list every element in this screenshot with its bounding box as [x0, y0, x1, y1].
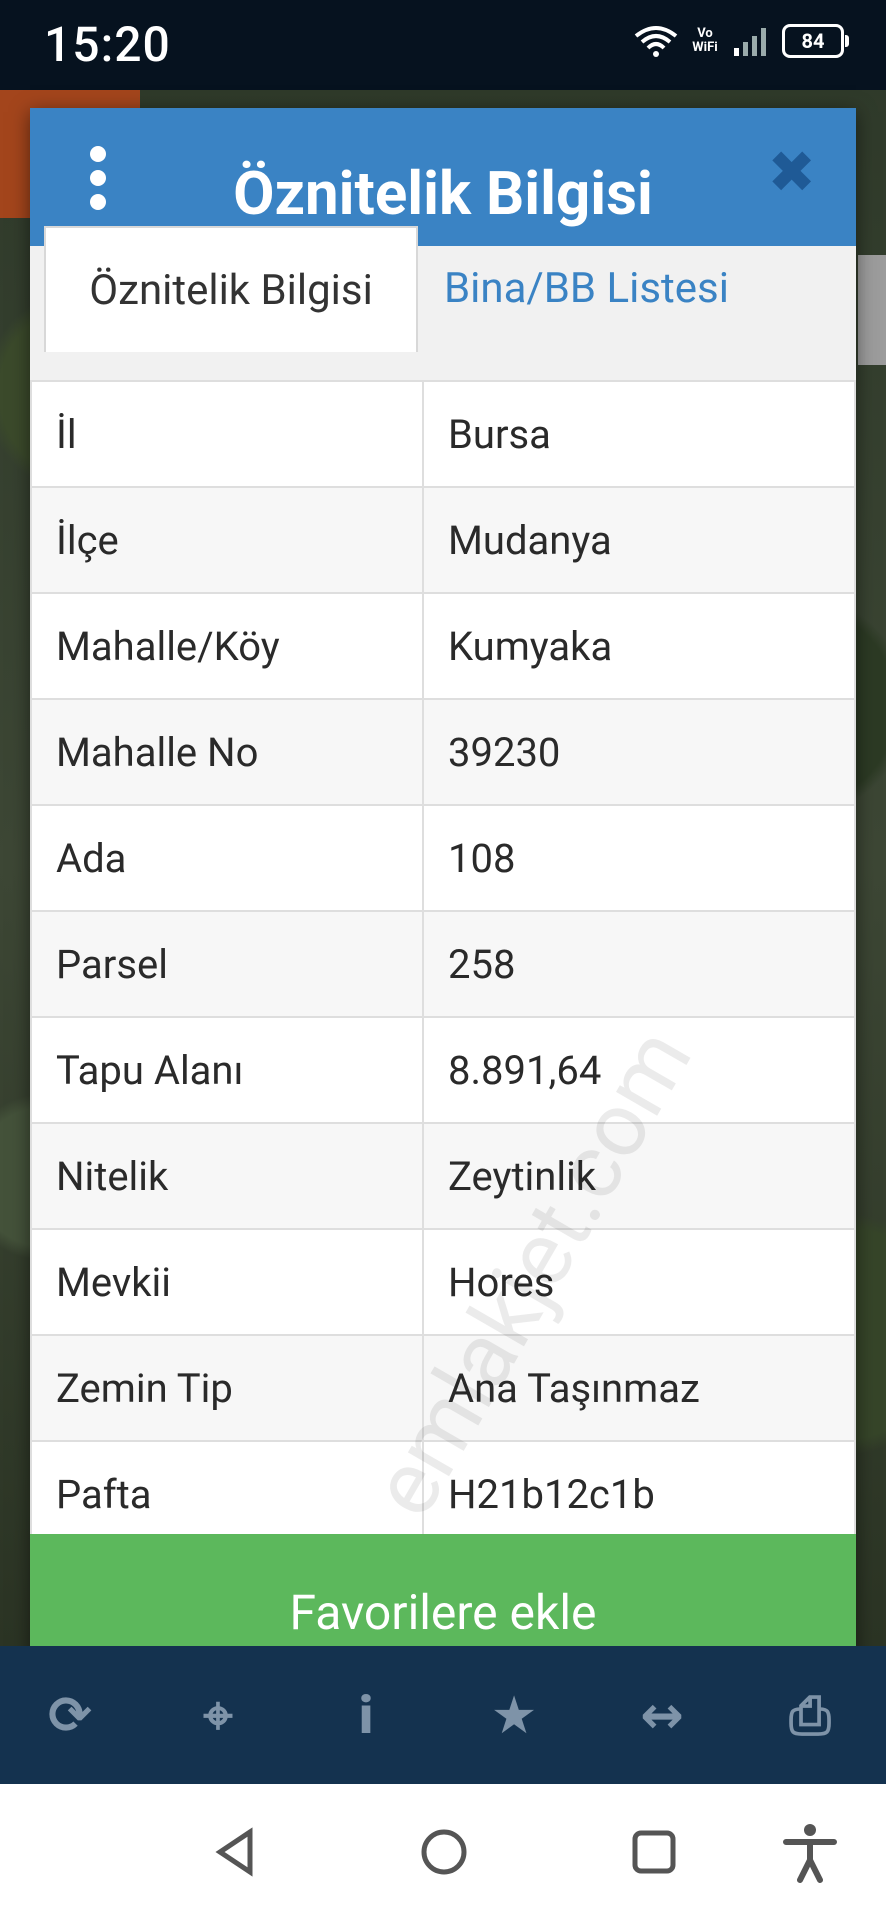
table-row: Nitelik Zeytinlik [30, 1122, 856, 1230]
row-value: H21b12c1b [422, 1440, 856, 1548]
attribute-dialog: Öznitelik Bilgisi ✖ Öznitelik Bilgisi Bi… [30, 108, 856, 1690]
row-value: 39230 [422, 698, 856, 806]
row-value: Kumyaka [422, 592, 856, 700]
measure-icon[interactable]: ↔ [632, 1686, 692, 1746]
table-row: Mevkii Hores [30, 1228, 856, 1336]
row-key: Mahalle/Köy [30, 592, 424, 700]
wifi-icon [634, 26, 678, 57]
row-key: Ada [30, 804, 424, 912]
back-icon[interactable] [206, 1820, 270, 1884]
info-icon[interactable]: i [336, 1686, 396, 1746]
tab-attribute-info[interactable]: Öznitelik Bilgisi [44, 226, 418, 352]
dialog-title: Öznitelik Bilgisi [233, 158, 653, 229]
row-value: Ana Taşınmaz [422, 1334, 856, 1442]
row-value: 108 [422, 804, 856, 912]
star-icon[interactable]: ★ [484, 1686, 544, 1746]
table-row: Pafta H21b12c1b [30, 1440, 856, 1548]
home-icon[interactable] [412, 1820, 476, 1884]
accessibility-icon[interactable] [778, 1820, 842, 1884]
battery-icon: 84 [782, 24, 849, 58]
row-key: İl [30, 380, 424, 488]
table-row: İl Bursa [30, 380, 856, 488]
status-bar: 15:20 Vo WiFi 84 [0, 0, 886, 90]
row-key: Parsel [30, 910, 424, 1018]
table-row: Ada 108 [30, 804, 856, 912]
status-icons: Vo WiFi 84 [634, 24, 849, 58]
print-icon[interactable]: ⎙ [780, 1686, 840, 1746]
tab-building-list[interactable]: Bina/BB Listesi [414, 226, 729, 350]
attribute-table: İl Bursa İlçe Mudanya Mahalle/Köy Kumyaka M… [30, 380, 856, 1656]
row-key: Tapu Alanı [30, 1016, 424, 1124]
row-key: Nitelik [30, 1122, 424, 1230]
row-value: 8.891,64 [422, 1016, 856, 1124]
row-key: Mahalle No [30, 698, 424, 806]
recents-icon[interactable] [622, 1820, 686, 1884]
row-value: 258 [422, 910, 856, 1018]
table-row: Zemin Tip Ana Taşınmaz [30, 1334, 856, 1442]
row-value: Bursa [422, 380, 856, 488]
row-value: Zeytinlik [422, 1122, 856, 1230]
close-icon[interactable]: ✖ [767, 144, 816, 202]
row-value: Hores [422, 1228, 856, 1336]
system-nav-bar [0, 1784, 886, 1920]
side-scroll-handle [858, 255, 886, 365]
row-key: İlçe [30, 486, 424, 594]
row-key: Zemin Tip [30, 1334, 424, 1442]
refresh-icon[interactable]: ⟳ [40, 1686, 100, 1746]
table-row: Mahalle/Köy Kumyaka [30, 592, 856, 700]
row-key: Pafta [30, 1440, 424, 1548]
row-key: Mevkii [30, 1228, 424, 1336]
table-row: Parsel 258 [30, 910, 856, 1018]
map-toolbar: ⟳ ⌖ i ★ ↔ ⎙ [0, 1646, 886, 1784]
table-row: Mahalle No 39230 [30, 698, 856, 806]
row-value: Mudanya [422, 486, 856, 594]
status-time: 15:20 [44, 16, 171, 73]
vowifi-icon: Vo WiFi [692, 26, 718, 55]
locate-icon[interactable]: ⌖ [188, 1686, 248, 1746]
table-row: İlçe Mudanya [30, 486, 856, 594]
signal-icon [734, 28, 766, 56]
table-row: Tapu Alanı 8.891,64 [30, 1016, 856, 1124]
